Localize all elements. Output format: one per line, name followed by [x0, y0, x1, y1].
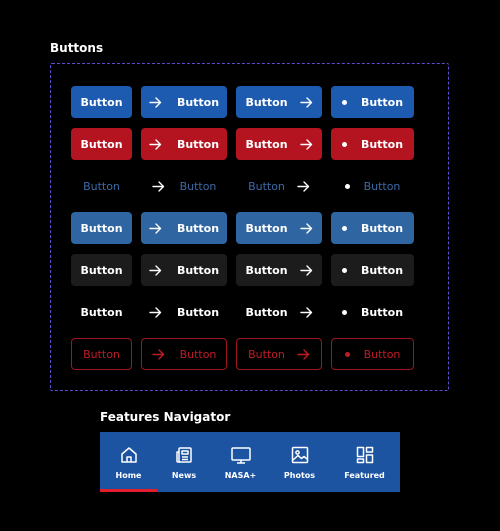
button-label: Button — [360, 305, 404, 319]
nav-item-label: Photos — [283, 470, 316, 480]
button-label: Button — [363, 347, 401, 361]
dot-icon — [344, 183, 350, 189]
button-label: Button — [245, 221, 288, 235]
dot-icon — [341, 267, 347, 273]
nav-item-label: News — [171, 470, 197, 480]
plain-button[interactable]: Button — [71, 296, 132, 328]
button-label: Button — [245, 95, 288, 109]
buttons-section-title: Buttons — [50, 41, 104, 55]
dark-button-with-arrow-right[interactable]: Button — [236, 254, 322, 286]
dark-button[interactable]: Button — [71, 254, 132, 286]
dot-icon — [341, 141, 347, 147]
arrow-right-icon — [297, 348, 310, 360]
button-label: Button — [176, 221, 220, 235]
button-label: Button — [176, 305, 220, 319]
arrow-right-icon — [149, 138, 162, 150]
home-icon — [119, 445, 139, 465]
ghost-button[interactable]: Button — [71, 170, 132, 202]
button-label: Button — [248, 179, 285, 193]
arrow-right-icon — [149, 96, 162, 108]
nav-item-label: NASA+ — [224, 470, 257, 480]
button-label: Button — [176, 137, 220, 151]
ghost-button-with-dot[interactable]: Button — [331, 170, 414, 202]
dot-icon — [344, 351, 350, 357]
button-label: Button — [360, 95, 404, 109]
button-label: Button — [83, 347, 120, 361]
primary-button-with-arrow-right[interactable]: Button — [236, 86, 322, 118]
dot-icon — [341, 225, 347, 231]
ghost-button-with-arrow-right[interactable]: Button — [236, 170, 322, 202]
ghost-button-with-arrow-right[interactable]: Button — [141, 170, 227, 202]
button-label: Button — [360, 263, 404, 277]
nav-item-featured[interactable]: Featured — [329, 432, 400, 492]
active-tab-indicator — [100, 489, 157, 492]
tonal-button-with-dot[interactable]: Button — [331, 212, 414, 244]
nav-item-home[interactable]: Home — [100, 432, 157, 492]
arrow-right-icon — [299, 264, 313, 276]
plain-button-with-dot[interactable]: Button — [331, 296, 414, 328]
tonal-button-with-arrow-right[interactable]: Button — [236, 212, 322, 244]
newspaper-icon — [174, 445, 194, 465]
danger-button-with-dot[interactable]: Button — [331, 128, 414, 160]
outline-red-button-with-arrow-right[interactable]: Button — [141, 338, 227, 370]
danger-button-with-arrow-right[interactable]: Button — [236, 128, 322, 160]
outline-red-button[interactable]: Button — [71, 338, 132, 370]
button-label: Button — [176, 95, 220, 109]
primary-button-with-dot[interactable]: Button — [331, 86, 414, 118]
features-navigator: Home News NASA+ Photos Featured — [100, 432, 400, 492]
button-label: Button — [176, 263, 220, 277]
outline-red-button-with-arrow-right[interactable]: Button — [236, 338, 322, 370]
tonal-button-with-arrow-right[interactable]: Button — [141, 212, 227, 244]
button-label: Button — [80, 263, 123, 277]
button-label: Button — [80, 95, 123, 109]
arrow-right-icon — [151, 180, 165, 192]
button-label: Button — [360, 221, 404, 235]
button-label: Button — [248, 347, 285, 361]
arrow-right-icon — [299, 222, 313, 234]
arrow-right-icon — [151, 348, 165, 360]
arrow-right-icon — [297, 180, 310, 192]
arrow-right-icon — [299, 138, 313, 150]
dark-button-with-arrow-right[interactable]: Button — [141, 254, 227, 286]
tonal-button[interactable]: Button — [71, 212, 132, 244]
button-label: Button — [80, 137, 123, 151]
arrow-right-icon — [299, 306, 313, 318]
danger-button[interactable]: Button — [71, 128, 132, 160]
button-label: Button — [179, 179, 217, 193]
primary-button[interactable]: Button — [71, 86, 132, 118]
nav-item-nasa-plus[interactable]: NASA+ — [211, 432, 270, 492]
nav-item-photos[interactable]: Photos — [270, 432, 329, 492]
dark-button-with-dot[interactable]: Button — [331, 254, 414, 286]
plain-button-with-arrow-right[interactable]: Button — [141, 296, 227, 328]
dot-icon — [341, 309, 347, 315]
nav-item-label: Home — [115, 470, 142, 480]
image-icon — [290, 445, 310, 465]
button-label: Button — [80, 221, 123, 235]
arrow-right-icon — [299, 96, 313, 108]
button-label: Button — [245, 263, 288, 277]
button-label: Button — [245, 137, 288, 151]
danger-button-with-arrow-right[interactable]: Button — [141, 128, 227, 160]
grid-icon — [355, 445, 375, 465]
dot-icon — [341, 99, 347, 105]
arrow-right-icon — [149, 264, 162, 276]
arrow-right-icon — [149, 306, 162, 318]
arrow-right-icon — [149, 222, 162, 234]
plain-button-with-arrow-right[interactable]: Button — [236, 296, 322, 328]
button-label: Button — [363, 179, 401, 193]
monitor-icon — [230, 445, 252, 465]
features-navigator-title: Features Navigator — [100, 410, 231, 424]
button-label: Button — [80, 305, 123, 319]
nav-item-label: Featured — [344, 470, 385, 480]
button-label: Button — [83, 179, 120, 193]
primary-button-with-arrow-right[interactable]: Button — [141, 86, 227, 118]
button-label: Button — [245, 305, 288, 319]
outline-red-button-with-dot[interactable]: Button — [331, 338, 414, 370]
nav-item-news[interactable]: News — [157, 432, 211, 492]
button-label: Button — [179, 347, 217, 361]
button-label: Button — [360, 137, 404, 151]
